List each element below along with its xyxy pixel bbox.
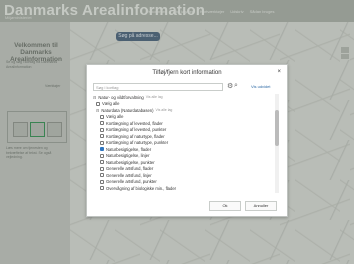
row-checkbox[interactable] [100,134,104,138]
chevron-down-icon[interactable]: ⊟ [93,95,96,100]
row-checkbox[interactable] [100,114,104,119]
row-checkbox[interactable] [100,121,104,125]
tree-row[interactable]: Generelle artsfund, linjer [100,172,152,178]
advanced-link[interactable]: Vis udvidet [251,84,271,89]
dialog-title: Tilføj/fjern kort information [152,70,222,76]
tree-row[interactable]: Naturbesigtigelse, punkter [100,159,155,165]
chevron-down-icon[interactable]: ⊟ [96,108,99,113]
row-label: Generelle artsfund, linjer [106,172,152,178]
close-icon[interactable]: × [277,69,281,75]
layer-search-input[interactable]: Søg i kortlag [93,83,223,91]
tree-row[interactable]: Kortlægning af naturtype, punkter [100,140,168,146]
tree-row[interactable]: Naturbesigtigelse, linjer [100,153,150,159]
row-label: Kortlægning af levested, punkter [106,127,167,132]
tree-row[interactable]: Vælg alle [100,114,123,120]
row-hint[interactable]: Vis alle lag [146,95,163,99]
row-checkbox[interactable] [96,101,100,106]
tree-row[interactable]: ⊟ Naturdata (Naturdatabasen) Vis alle la… [96,107,172,113]
row-checkbox[interactable] [100,153,104,158]
row-label: Naturdata (Naturdatabasen) [101,107,154,113]
tree-row[interactable]: Kortlægning af naturtype, flader [100,133,165,139]
search-icon[interactable]: ⌕ [234,82,238,90]
row-checkbox[interactable] [100,179,104,184]
row-checkbox[interactable] [100,166,104,171]
row-label: Generelle artsfund, punkter [106,179,157,184]
ok-button[interactable]: Ok [209,201,241,211]
row-label: Kortlægning af naturtype, flader [106,133,165,139]
row-label: Naturbesigtigelse, flader [106,146,152,152]
tree-row[interactable]: ⊟ Natur- og vildtforvaltning Vis alle la… [93,94,163,100]
row-label: Natur- og vildtforvaltning [98,94,144,100]
row-label: Kortlægning af naturtype, punkter [106,140,169,145]
tree-row[interactable]: Overvågning af biologiske min., flader [100,185,176,191]
tree-row[interactable]: Kortlægning af levested, punkter [100,127,166,133]
row-label: Vælg alle [106,114,124,119]
row-checkbox[interactable] [100,160,104,164]
add-remove-layers-dialog: Tilføj/fjern kort information × Søg i ko… [86,64,288,217]
row-checkbox-checked[interactable] [100,147,104,151]
tree-row[interactable]: Generelle artsfund, flader [100,166,153,172]
row-label: Vælg alle [102,101,120,106]
row-checkbox[interactable] [100,127,104,132]
tree-row[interactable]: Naturbesigtigelse, flader [100,146,151,152]
scrollbar-thumb[interactable] [275,110,279,146]
tree-row[interactable]: Kortlægning af levested, flader [100,120,163,126]
layer-tree-scrollbar[interactable] [275,94,279,193]
tree-row[interactable]: Vælg alle [96,101,119,107]
row-label: Kortlægning af levested, flader [106,120,163,126]
tree-row[interactable]: Generelle artsfund, punkter [100,179,157,185]
row-hint[interactable]: Vis alle lag [156,108,173,112]
app-root: Danmarks Arealinformation Miljøministeri… [0,0,354,264]
row-label: Overvågning af biologiske min., flader [106,185,177,191]
settings-icon[interactable]: ⚙ [227,82,233,90]
row-checkbox[interactable] [100,140,104,145]
row-label: Naturbesigtigelse, punkter [106,159,155,165]
row-label: Naturbesigtigelse, linjer [106,153,150,158]
layer-tree: ⊟ Natur- og vildtforvaltning Vis alle la… [93,94,274,193]
row-checkbox[interactable] [100,186,104,190]
cancel-button[interactable]: Annuller [245,201,277,211]
row-checkbox[interactable] [100,173,104,177]
row-label: Generelle artsfund, flader [106,166,154,171]
